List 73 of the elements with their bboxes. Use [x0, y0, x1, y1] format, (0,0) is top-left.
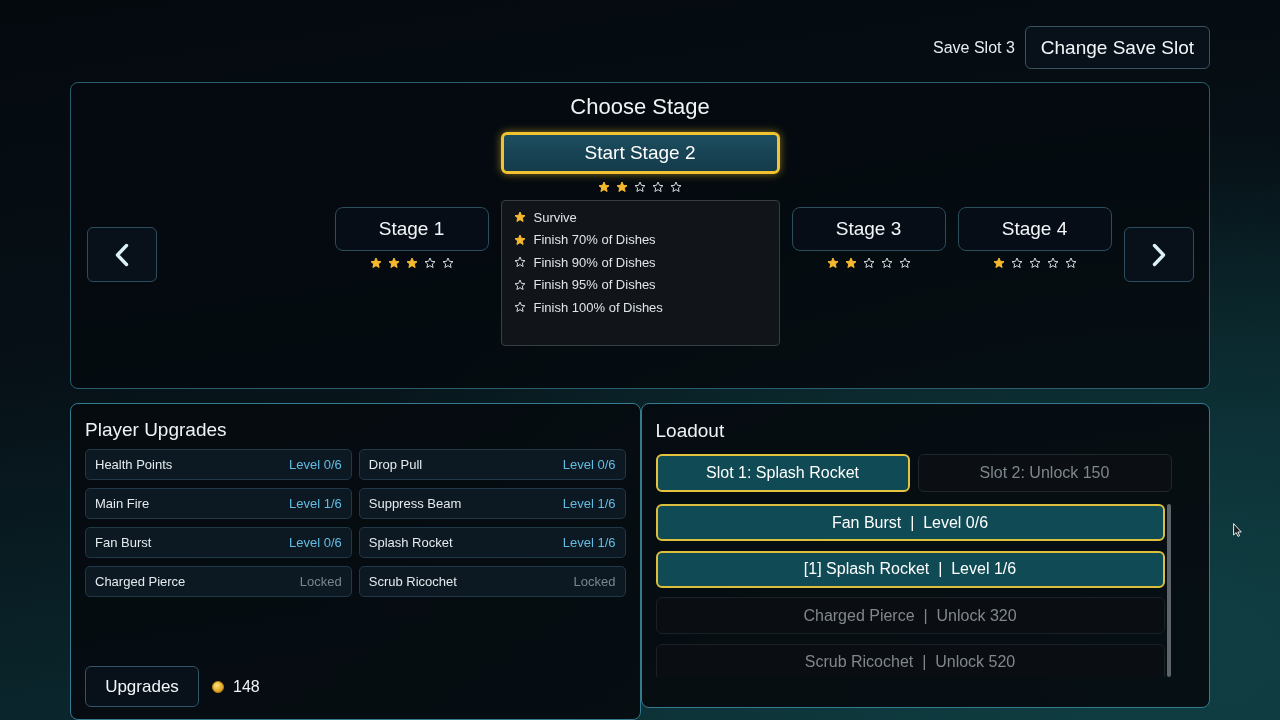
- upgrades-button[interactable]: Upgrades: [85, 666, 199, 707]
- upgrade-status: Level 1/6: [562, 496, 616, 511]
- upgrade-status: Locked: [573, 574, 616, 589]
- upgrade-status: Level 1/6: [289, 496, 342, 511]
- upgrade-item[interactable]: Suppress Beam Level 1/6: [358, 488, 626, 519]
- upgrade-item[interactable]: Splash Rocket Level 1/6: [358, 527, 626, 558]
- upgrade-item[interactable]: Scrub Ricochet Locked: [358, 566, 626, 597]
- upgrade-name: Drop Pull: [368, 457, 423, 472]
- coin-count: 148: [233, 677, 260, 696]
- upgrade-item[interactable]: Health Points Level 0/6: [85, 449, 352, 480]
- star-icon: [405, 257, 418, 269]
- slot-tab[interactable]: Slot 2: Unlock 150: [917, 454, 1172, 492]
- upgrade-status: Level 0/6: [562, 457, 616, 472]
- upgrade-status: Level 0/6: [289, 457, 342, 472]
- star-icon: [898, 257, 911, 269]
- save-slot-label: Save Slot 3: [933, 38, 1015, 57]
- upgrade-name: Suppress Beam: [368, 496, 462, 511]
- panel-title: Choose Stage: [569, 94, 711, 120]
- objective-text: Finish 70% of Dishes: [533, 232, 656, 248]
- start-stage-button[interactable]: Start Stage 2: [500, 132, 780, 174]
- stage-card[interactable]: Stage 1: [334, 207, 489, 251]
- star-icon: [670, 181, 682, 193]
- chevron-left-icon: [114, 242, 129, 267]
- upgrade-item[interactable]: Drop Pull Level 0/6: [358, 449, 626, 480]
- upgrade-status: Locked: [299, 574, 342, 589]
- weapon-option[interactable]: Fan Burst | Level 0/6: [655, 504, 1165, 541]
- cursor-icon: [1233, 523, 1242, 537]
- stage-card[interactable]: Stage 3: [791, 207, 946, 251]
- star-icon: [992, 257, 1005, 269]
- weapon-option[interactable]: [1] Splash Rocket | Level 1/6: [655, 550, 1165, 588]
- star-icon: [387, 257, 400, 269]
- upgrade-name: Splash Rocket: [368, 535, 453, 550]
- objective-text: Finish 95% of Dishes: [533, 277, 656, 293]
- objective-text: Finish 100% of Dishes: [533, 299, 663, 315]
- star-icon: [844, 257, 857, 269]
- panel-title: Loadout: [655, 419, 726, 443]
- upgrade-name: Fan Burst: [95, 535, 152, 550]
- weapon-option[interactable]: Charged Pierce | Unlock 320: [655, 597, 1165, 634]
- upgrade-name: Health Points: [95, 457, 173, 472]
- star-icon: [1064, 257, 1077, 269]
- star-icon: [1028, 257, 1041, 269]
- upgrade-item[interactable]: Fan Burst Level 0/6: [85, 527, 352, 558]
- scrollbar[interactable]: [1166, 504, 1171, 677]
- objective-text: Finish 90% of Dishes: [533, 254, 656, 270]
- star-icon: [862, 257, 875, 269]
- panel-title: Player Upgrades: [85, 418, 228, 442]
- upgrade-name: Charged Pierce: [95, 574, 186, 589]
- star-icon: [634, 181, 646, 193]
- star-icon: [1046, 257, 1059, 269]
- next-stage-button[interactable]: [1123, 227, 1194, 282]
- stage-card[interactable]: Stage 4: [957, 207, 1112, 251]
- weapon-option[interactable]: Scrub Ricochet | Unlock 520: [655, 643, 1165, 677]
- star-icon: [423, 257, 436, 269]
- previous-stage-button[interactable]: [86, 227, 157, 282]
- slot-tab[interactable]: Slot 1: Splash Rocket: [655, 454, 910, 492]
- star-icon: [598, 181, 610, 193]
- star-icon: [880, 257, 893, 269]
- star-icon: [369, 257, 382, 269]
- upgrade-item[interactable]: Charged Pierce Locked: [85, 566, 352, 597]
- star-icon: [441, 257, 454, 269]
- objective-text: Survive: [533, 209, 577, 225]
- star-icon: [826, 257, 839, 269]
- upgrade-name: Scrub Ricochet: [368, 574, 457, 589]
- star-icon: [652, 181, 664, 193]
- star-icon: [1010, 257, 1023, 269]
- upgrade-name: Main Fire: [95, 496, 150, 511]
- upgrade-item[interactable]: Main Fire Level 1/6: [85, 488, 352, 519]
- upgrade-status: Level 0/6: [289, 535, 342, 550]
- star-icon: [616, 181, 628, 193]
- chevron-right-icon: [1151, 242, 1166, 267]
- coin-icon: [212, 680, 224, 693]
- change-save-slot-button[interactable]: Change Save Slot: [1024, 26, 1210, 69]
- upgrade-status: Level 1/6: [562, 535, 616, 550]
